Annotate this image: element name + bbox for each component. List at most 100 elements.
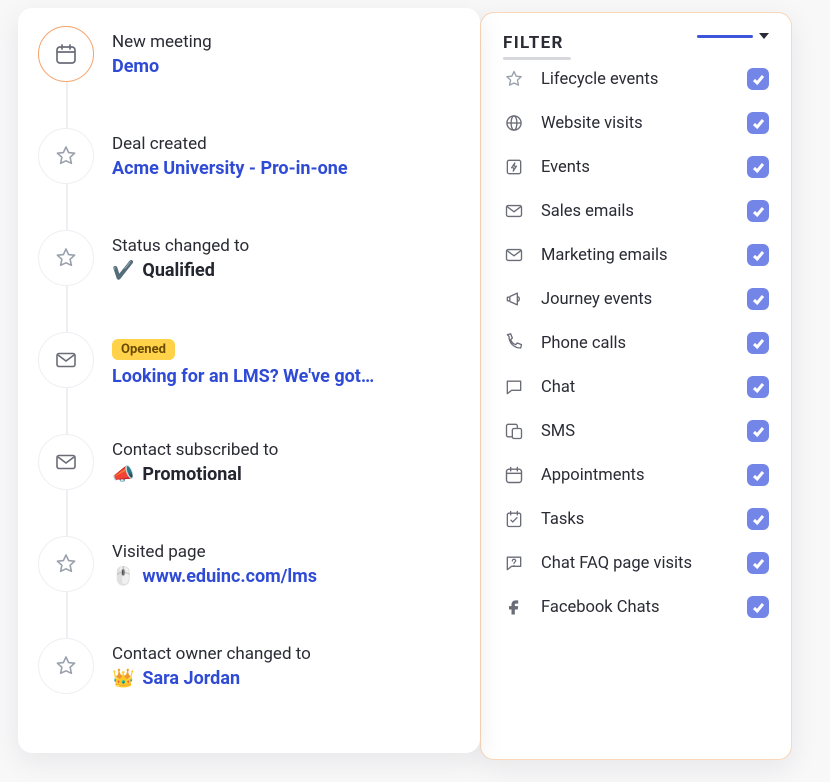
timeline-item[interactable]: Opened Looking for an LMS? We've got… bbox=[38, 332, 462, 434]
timeline-item-value: Promotional bbox=[142, 464, 241, 485]
filter-title: FILTER bbox=[503, 33, 571, 53]
timeline-item-value[interactable]: Looking for an LMS? We've got… bbox=[112, 366, 374, 387]
timeline-item-value[interactable]: www.eduinc.com/lms bbox=[142, 566, 317, 587]
timeline-item-value: Qualified bbox=[142, 260, 214, 281]
timeline-item-label: Deal created bbox=[112, 134, 462, 154]
filter-option-label: Chat bbox=[541, 378, 731, 397]
filter-checkbox[interactable] bbox=[747, 112, 769, 134]
mail-icon bbox=[503, 244, 525, 266]
filter-panel: FILTER Lifecycle events Website visits Eve… bbox=[480, 12, 792, 760]
filter-option[interactable]: Website visits bbox=[503, 112, 769, 134]
filter-checkbox[interactable] bbox=[747, 376, 769, 398]
timeline-connector bbox=[66, 592, 68, 639]
mail-icon bbox=[38, 332, 94, 388]
filter-option[interactable]: Events bbox=[503, 156, 769, 178]
megaphone-icon bbox=[503, 288, 525, 310]
timeline-connector bbox=[66, 490, 68, 537]
filter-checkbox[interactable] bbox=[747, 332, 769, 354]
filter-checkbox[interactable] bbox=[747, 420, 769, 442]
star-icon bbox=[38, 128, 94, 184]
timeline-item[interactable]: New meeting Demo bbox=[38, 26, 462, 128]
timeline-item[interactable]: Contact subscribed to 📣 Promotional bbox=[38, 434, 462, 536]
timeline-item-label: New meeting bbox=[112, 32, 462, 52]
filter-option[interactable]: Chat FAQ page visits bbox=[503, 552, 769, 574]
filter-option-label: Website visits bbox=[541, 114, 731, 133]
star-icon bbox=[503, 68, 525, 90]
filter-option-label: Facebook Chats bbox=[541, 598, 731, 617]
filter-option[interactable]: Marketing emails bbox=[503, 244, 769, 266]
filter-option[interactable]: SMS bbox=[503, 420, 769, 442]
mail-icon bbox=[38, 434, 94, 490]
calendar-icon bbox=[503, 464, 525, 486]
timeline-item-label: Contact subscribed to bbox=[112, 440, 462, 460]
timeline-item-label: Status changed to bbox=[112, 236, 462, 256]
chevron-down-icon bbox=[759, 33, 769, 39]
timeline-item-value[interactable]: Acme University - Pro-in-one bbox=[112, 158, 348, 179]
inline-emoji-icon: 📣 bbox=[112, 466, 134, 484]
filter-option-label: Marketing emails bbox=[541, 246, 731, 265]
filter-checkbox[interactable] bbox=[747, 508, 769, 530]
filter-checkbox[interactable] bbox=[747, 464, 769, 486]
filter-option[interactable]: Tasks bbox=[503, 508, 769, 530]
filter-checkbox[interactable] bbox=[747, 244, 769, 266]
filter-option-label: Tasks bbox=[541, 510, 731, 529]
timeline-item[interactable]: Status changed to ✔️ Qualified bbox=[38, 230, 462, 332]
filter-sort-indicator bbox=[697, 35, 753, 38]
timeline-item-body: New meeting Demo bbox=[112, 26, 462, 77]
activity-timeline-card: New meeting Demo Deal created Acme Universi… bbox=[18, 8, 480, 753]
filter-checkbox[interactable] bbox=[747, 596, 769, 618]
timeline-connector bbox=[66, 388, 68, 435]
filter-option[interactable]: Facebook Chats bbox=[503, 596, 769, 618]
timeline-item-label: Visited page bbox=[112, 542, 462, 562]
globe-icon bbox=[503, 112, 525, 134]
filter-option[interactable]: Sales emails bbox=[503, 200, 769, 222]
timeline-item[interactable]: Contact owner changed to 👑 Sara Jordan bbox=[38, 638, 462, 694]
timeline-item-value[interactable]: Sara Jordan bbox=[142, 668, 240, 689]
inline-emoji-icon: 🖱️ bbox=[112, 568, 134, 586]
filter-option-label: Appointments bbox=[541, 466, 731, 485]
filter-underline-gray bbox=[503, 57, 571, 60]
timeline-item-body: Contact owner changed to 👑 Sara Jordan bbox=[112, 638, 462, 689]
facebook-icon bbox=[503, 596, 525, 618]
timeline-item-body: Visited page 🖱️ www.eduinc.com/lms bbox=[112, 536, 462, 587]
timeline-item-value[interactable]: Demo bbox=[112, 56, 159, 77]
star-icon bbox=[38, 230, 94, 286]
filter-checkbox[interactable] bbox=[747, 552, 769, 574]
chat-icon bbox=[503, 376, 525, 398]
filter-option[interactable]: Lifecycle events bbox=[503, 68, 769, 90]
inline-emoji-icon: ✔️ bbox=[112, 262, 134, 280]
filter-checkbox[interactable] bbox=[747, 200, 769, 222]
filter-option-label: Journey events bbox=[541, 290, 731, 309]
filter-checkbox[interactable] bbox=[747, 156, 769, 178]
sms-icon bbox=[503, 420, 525, 442]
filter-option[interactable]: Journey events bbox=[503, 288, 769, 310]
timeline-item-label: Contact owner changed to bbox=[112, 644, 462, 664]
filter-option[interactable]: Chat bbox=[503, 376, 769, 398]
star-icon bbox=[38, 536, 94, 592]
filter-option[interactable]: Appointments bbox=[503, 464, 769, 486]
filter-option-label: Phone calls bbox=[541, 334, 731, 353]
timeline-connector bbox=[66, 82, 68, 129]
status-badge: Opened bbox=[112, 339, 175, 360]
bolt-page-icon bbox=[503, 156, 525, 178]
mail-icon bbox=[503, 200, 525, 222]
filter-option[interactable]: Phone calls bbox=[503, 332, 769, 354]
filter-option-label: SMS bbox=[541, 422, 731, 441]
filter-option-label: Chat FAQ page visits bbox=[541, 554, 731, 573]
filter-sort-dropdown[interactable] bbox=[687, 33, 769, 39]
inline-emoji-icon: 👑 bbox=[112, 670, 134, 688]
phone-icon bbox=[503, 332, 525, 354]
timeline-item-body: Contact subscribed to 📣 Promotional bbox=[112, 434, 462, 485]
faq-icon bbox=[503, 552, 525, 574]
filter-checkbox[interactable] bbox=[747, 288, 769, 310]
timeline-item[interactable]: Visited page 🖱️ www.eduinc.com/lms bbox=[38, 536, 462, 638]
timeline-item-body: Deal created Acme University - Pro-in-one bbox=[112, 128, 462, 179]
filter-option-label: Lifecycle events bbox=[541, 70, 731, 89]
timeline-connector bbox=[66, 184, 68, 231]
task-icon bbox=[503, 508, 525, 530]
filter-option-label: Sales emails bbox=[541, 202, 731, 221]
timeline-item[interactable]: Deal created Acme University - Pro-in-one bbox=[38, 128, 462, 230]
filter-checkbox[interactable] bbox=[747, 68, 769, 90]
timeline-connector bbox=[66, 286, 68, 333]
star-icon bbox=[38, 638, 94, 694]
